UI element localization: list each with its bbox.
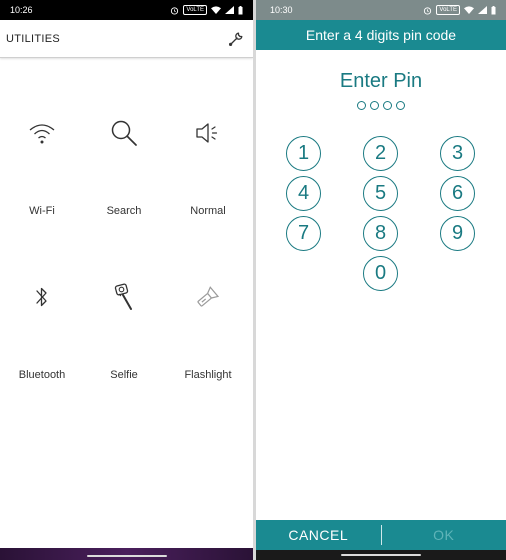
bluetooth-label: Bluetooth (18, 369, 66, 381)
battery-icon (491, 5, 496, 14)
status-time: 10:26 (10, 5, 33, 15)
cell-signal-icon (478, 6, 487, 14)
ok-button[interactable]: OK (382, 527, 506, 543)
wifi-label: Wi-Fi (29, 205, 55, 217)
search-label: Search (106, 205, 142, 217)
pin-dot (357, 101, 366, 110)
battery-icon (238, 5, 243, 14)
page-title: UTILITIES (6, 32, 61, 45)
pin-dots (256, 101, 506, 110)
utilities-header: UTILITIES (0, 20, 253, 58)
flashlight-tile[interactable]: Flashlight (166, 277, 250, 387)
pin-dot (370, 101, 379, 110)
search-icon (82, 113, 166, 153)
key-3[interactable]: 3 (440, 136, 475, 171)
bluetooth-tile[interactable]: Bluetooth (0, 277, 84, 387)
pin-action-bar: CANCEL OK (256, 520, 506, 550)
selfie-tile[interactable]: Selfie (82, 277, 166, 387)
volte-badge: VoLTE (183, 5, 207, 15)
flashlight-label: Flashlight (184, 369, 232, 381)
nav-bar (256, 550, 506, 560)
alarm-icon (424, 6, 432, 15)
key-7[interactable]: 7 (286, 216, 321, 251)
key-9[interactable]: 9 (440, 216, 475, 251)
status-bar: 10:26 VoLTE (0, 0, 253, 20)
sound-mode-label: Normal (190, 205, 226, 217)
settings-button[interactable] (225, 28, 247, 50)
utilities-screen: 10:26 VoLTE UTILITIES Wi-Fi Search Norma… (0, 0, 253, 560)
status-icons: VoLTE (423, 5, 496, 15)
pin-header: Enter a 4 digits pin code (256, 20, 506, 50)
selfie-label: Selfie (110, 369, 138, 381)
sound-mode-tile[interactable]: Normal (166, 113, 250, 223)
key-5[interactable]: 5 (363, 176, 398, 211)
key-6[interactable]: 6 (440, 176, 475, 211)
pin-dot (383, 101, 392, 110)
wifi-icon (0, 113, 84, 153)
volte-badge: VoLTE (436, 5, 460, 15)
flashlight-icon (166, 277, 250, 317)
bluetooth-icon (0, 277, 84, 317)
wifi-tile[interactable]: Wi-Fi (0, 113, 84, 223)
wrench-icon (229, 32, 243, 46)
status-bar: 10:30 VoLTE (256, 0, 506, 20)
wallpaper-strip (0, 548, 253, 560)
speaker-icon (166, 113, 250, 153)
alarm-icon (171, 6, 179, 15)
key-1[interactable]: 1 (286, 136, 321, 171)
gesture-nav-handle[interactable] (87, 555, 167, 557)
pin-entry-screen: 10:30 VoLTE Enter a 4 digits pin code En… (256, 0, 506, 560)
status-icons: VoLTE (170, 5, 243, 15)
key-0[interactable]: 0 (363, 256, 398, 291)
status-time: 10:30 (270, 5, 293, 15)
cell-signal-icon (225, 6, 234, 14)
search-tile[interactable]: Search (82, 113, 166, 223)
key-4[interactable]: 4 (286, 176, 321, 211)
pin-dot (396, 101, 405, 110)
pin-heading: Enter Pin (339, 70, 423, 92)
key-2[interactable]: 2 (363, 136, 398, 171)
selfie-stick-icon (82, 277, 166, 317)
wifi-signal-icon (464, 6, 474, 14)
gesture-nav-handle[interactable] (341, 554, 421, 556)
wifi-signal-icon (211, 6, 221, 14)
cancel-button[interactable]: CANCEL (256, 527, 381, 543)
key-8[interactable]: 8 (363, 216, 398, 251)
